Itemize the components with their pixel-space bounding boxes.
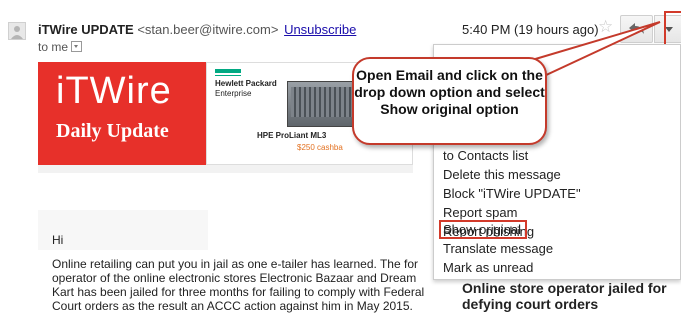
sender-email: <stan.beer@itwire.com> bbox=[137, 22, 279, 37]
menu-item-delete[interactable]: Delete this message bbox=[443, 167, 561, 182]
menu-item-report-spam[interactable]: Report spam bbox=[443, 205, 517, 220]
menu-item-mark-unread[interactable]: Mark as unread bbox=[443, 260, 533, 275]
sender-name[interactable]: iTWire UPDATE bbox=[38, 22, 134, 37]
ad-product-name: HPE ProLiant ML3 bbox=[257, 131, 327, 140]
unsubscribe-link[interactable]: Unsubscribe bbox=[284, 22, 356, 37]
body-spacer bbox=[38, 210, 208, 250]
ad-brand-name: Hewlett Packard bbox=[215, 79, 277, 88]
email-greeting: Hi bbox=[52, 233, 64, 247]
callout-arrow bbox=[530, 21, 661, 78]
banner-divider bbox=[38, 165, 413, 173]
article-headline[interactable]: Online store operator jailed for defying… bbox=[462, 280, 677, 312]
itwire-logo: iTWire bbox=[56, 70, 172, 112]
sender-line: iTWire UPDATE <stan.beer@itwire.com> Uns… bbox=[38, 22, 356, 37]
menu-item-add-to-contacts[interactable]: to Contacts list bbox=[443, 148, 528, 163]
menu-item-show-original[interactable]: Show original bbox=[439, 220, 528, 239]
menu-item-block-sender[interactable]: Block "iTWire UPDATE" bbox=[443, 186, 581, 201]
sender-avatar[interactable] bbox=[8, 22, 26, 40]
recipient-label: to me bbox=[38, 40, 69, 54]
hpe-logo-bar bbox=[215, 69, 241, 73]
itwire-banner[interactable]: iTWire Daily Update bbox=[38, 62, 206, 165]
ad-brand-sub: Enterprise bbox=[215, 89, 252, 98]
email-paragraph: Online retailing can put you in jail as … bbox=[52, 257, 425, 313]
instruction-callout: Open Email and click on the drop down op… bbox=[352, 57, 547, 145]
recipient-line: to me bbox=[38, 40, 83, 54]
menu-item-translate[interactable]: Translate message bbox=[443, 241, 553, 256]
callout-text: Open Email and click on the drop down op… bbox=[354, 67, 545, 117]
ad-cashback: $250 cashba bbox=[297, 143, 343, 152]
banner-tagline: Daily Update bbox=[56, 120, 169, 142]
hpe-logo-line bbox=[215, 75, 241, 76]
show-details-dropdown-icon[interactable] bbox=[71, 41, 83, 52]
